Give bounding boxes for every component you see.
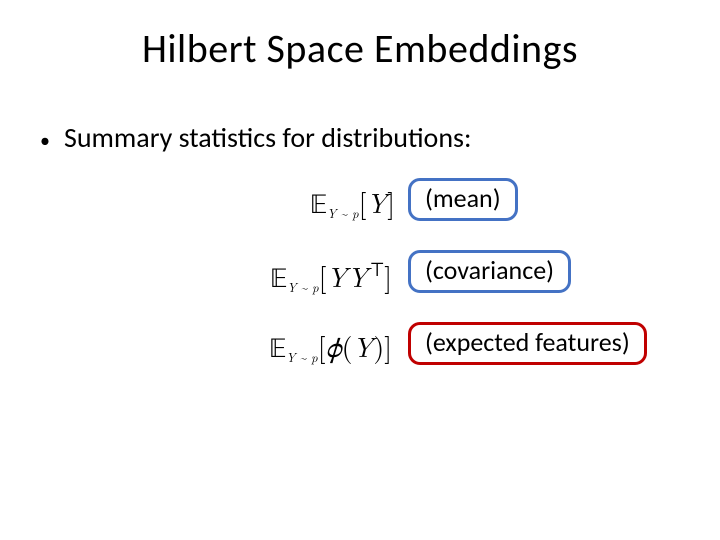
equation-area: 𝔼Y ~ p[Y] (mean) 𝔼Y ~ p[YY⊤] (covariance… — [0, 170, 720, 386]
label-expected-features: (expected features) — [408, 322, 647, 365]
equation-row-mean: 𝔼Y ~ p[Y] (mean) — [0, 170, 720, 242]
equation-expected-features: 𝔼Y ~ p[ϕ(Y)] — [269, 326, 392, 368]
slide-title: Hilbert Space Embeddings — [0, 24, 720, 73]
bullet-item: • Summary statistics for distributions: — [40, 120, 680, 155]
label-covariance: (covariance) — [408, 250, 571, 293]
bullet-marker: • — [40, 127, 50, 155]
equation-row-expected-features: 𝔼Y ~ p[ϕ(Y)] (expected features) — [0, 314, 720, 386]
equation-row-covariance: 𝔼Y ~ p[YY⊤] (covariance) — [0, 242, 720, 314]
bullet-text: Summary statistics for distributions: — [64, 120, 472, 155]
equation-covariance: 𝔼Y ~ p[YY⊤] — [270, 254, 392, 298]
equation-mean: 𝔼Y ~ p[Y] — [310, 182, 395, 224]
slide-body: • Summary statistics for distributions: — [40, 120, 680, 173]
label-mean: (mean) — [408, 178, 518, 221]
slide: Hilbert Space Embeddings • Summary stati… — [0, 0, 720, 540]
